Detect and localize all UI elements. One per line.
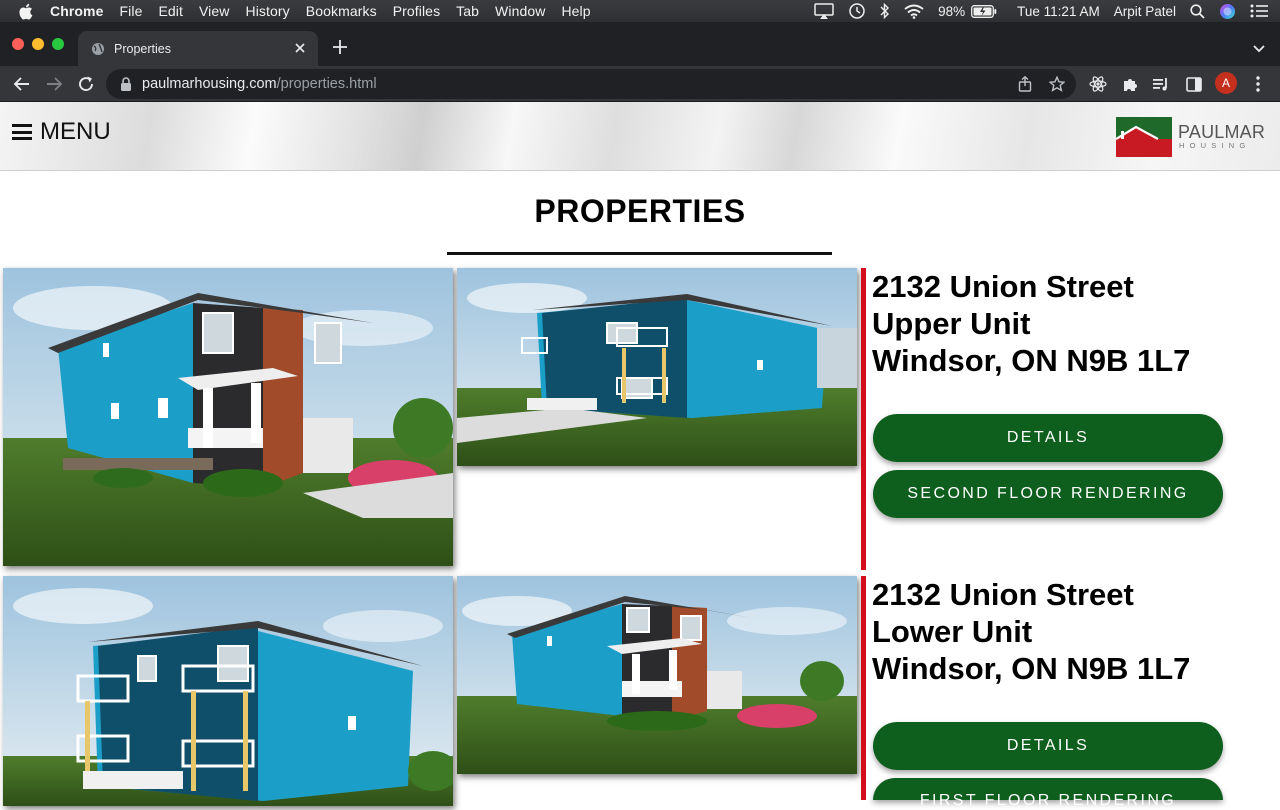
property-1-accent-bar bbox=[861, 268, 866, 570]
property-2-details-button[interactable]: DETAILS bbox=[873, 722, 1223, 770]
bluetooth-icon[interactable] bbox=[880, 3, 890, 19]
property-1-photo-main[interactable] bbox=[3, 268, 453, 566]
logo-roof-icon bbox=[1115, 117, 1172, 157]
menubar-history[interactable]: History bbox=[246, 3, 290, 19]
menubar-help[interactable]: Help bbox=[561, 3, 590, 19]
back-arrow-icon[interactable] bbox=[12, 74, 32, 94]
property-1-rendering-button[interactable]: SECOND FLOOR RENDERING bbox=[873, 470, 1223, 518]
tab-properties[interactable]: Properties bbox=[78, 31, 318, 66]
os-menubar: Chrome File Edit View History Bookmarks … bbox=[0, 0, 1280, 22]
battery-icon[interactable] bbox=[971, 4, 997, 18]
media-queue-icon[interactable] bbox=[1152, 75, 1170, 93]
globe-icon bbox=[91, 42, 105, 56]
logo-sub-text: HOUSING bbox=[1179, 141, 1251, 150]
property-1-photo-secondary[interactable] bbox=[457, 268, 857, 466]
property-1-address: 2132 Union Street Upper Unit Windsor, ON… bbox=[872, 268, 1190, 379]
new-tab-plus-icon[interactable] bbox=[331, 38, 349, 56]
window-close-button[interactable] bbox=[12, 38, 24, 50]
hamburger-icon bbox=[12, 124, 32, 140]
share-icon[interactable] bbox=[1016, 75, 1034, 93]
battery-percent: 98% bbox=[938, 3, 966, 19]
tab-title: Properties bbox=[114, 41, 171, 56]
property-2-address: 2132 Union Street Lower Unit Windsor, ON… bbox=[872, 576, 1190, 687]
property-1-city: Windsor, ON N9B 1L7 bbox=[872, 343, 1191, 378]
url-path: /properties.html bbox=[276, 76, 377, 92]
address-bar[interactable]: paulmarhousing.com /properties.html bbox=[106, 69, 1076, 99]
site-header: MENU PAULMAR HOUSING bbox=[0, 102, 1280, 171]
menubar-status-area: 98% Tue 11:21 AM Arpit Patel bbox=[814, 0, 1280, 22]
profile-avatar[interactable]: A bbox=[1215, 72, 1237, 94]
property-1-unit: Upper Unit bbox=[872, 306, 1031, 341]
window-zoom-button[interactable] bbox=[52, 38, 64, 50]
airplay-icon[interactable] bbox=[814, 3, 834, 19]
bookmark-star-icon[interactable] bbox=[1048, 75, 1066, 93]
title-divider bbox=[447, 252, 832, 255]
wifi-icon[interactable] bbox=[904, 4, 924, 19]
react-devtools-icon[interactable] bbox=[1089, 75, 1107, 93]
menu-label: MENU bbox=[40, 118, 111, 145]
menubar-profiles[interactable]: Profiles bbox=[393, 3, 440, 19]
paulmar-logo[interactable]: PAULMAR HOUSING bbox=[1115, 117, 1265, 157]
property-2-photo-secondary[interactable] bbox=[457, 576, 857, 774]
spotlight-search-icon[interactable] bbox=[1190, 3, 1205, 19]
page-title: PROPERTIES bbox=[534, 193, 746, 229]
menu-button[interactable]: MENU bbox=[12, 118, 111, 146]
logo-brand-text: PAULMAR bbox=[1178, 122, 1266, 142]
menubar-edit[interactable]: Edit bbox=[158, 3, 183, 19]
window-minimize-button[interactable] bbox=[32, 38, 44, 50]
forward-arrow-icon[interactable] bbox=[44, 74, 64, 94]
property-2-street: 2132 Union Street bbox=[872, 577, 1134, 612]
menubar-tab[interactable]: Tab bbox=[456, 3, 479, 19]
side-panel-icon[interactable] bbox=[1185, 75, 1203, 93]
menubar-window[interactable]: Window bbox=[495, 3, 545, 19]
tab-close-icon[interactable] bbox=[292, 40, 308, 56]
menubar-app-name[interactable]: Chrome bbox=[50, 3, 104, 19]
extensions-puzzle-icon[interactable] bbox=[1121, 75, 1139, 93]
apple-icon[interactable] bbox=[18, 2, 36, 20]
property-2-unit: Lower Unit bbox=[872, 614, 1033, 649]
property-1-details-button[interactable]: DETAILS bbox=[873, 414, 1223, 462]
user-name[interactable]: Arpit Patel bbox=[1114, 4, 1176, 19]
property-2-photo-main[interactable] bbox=[3, 576, 453, 806]
reload-icon[interactable] bbox=[76, 74, 96, 94]
property-2-rendering-button[interactable]: FIRST FLOOR RENDERING bbox=[873, 778, 1223, 809]
lock-icon[interactable] bbox=[120, 77, 132, 91]
control-center-icon[interactable] bbox=[1250, 4, 1268, 18]
menubar-view[interactable]: View bbox=[199, 3, 230, 19]
browser-toolbar: paulmarhousing.com /properties.html A bbox=[0, 66, 1280, 102]
menubar-file[interactable]: File bbox=[120, 3, 143, 19]
menubar-bookmarks[interactable]: Bookmarks bbox=[306, 3, 377, 19]
clock[interactable]: Tue 11:21 AM bbox=[1017, 4, 1100, 19]
tab-search-chevron-icon[interactable] bbox=[1252, 41, 1266, 53]
browser-tab-strip: Properties bbox=[0, 22, 1280, 66]
siri-icon[interactable] bbox=[1219, 3, 1236, 20]
url-host: paulmarhousing.com bbox=[142, 76, 277, 92]
time-machine-icon[interactable] bbox=[848, 2, 866, 20]
property-2-city: Windsor, ON N9B 1L7 bbox=[872, 651, 1191, 686]
property-1-street: 2132 Union Street bbox=[872, 269, 1134, 304]
chrome-menu-kebab-icon[interactable] bbox=[1249, 75, 1267, 93]
property-2-accent-bar bbox=[861, 576, 866, 800]
